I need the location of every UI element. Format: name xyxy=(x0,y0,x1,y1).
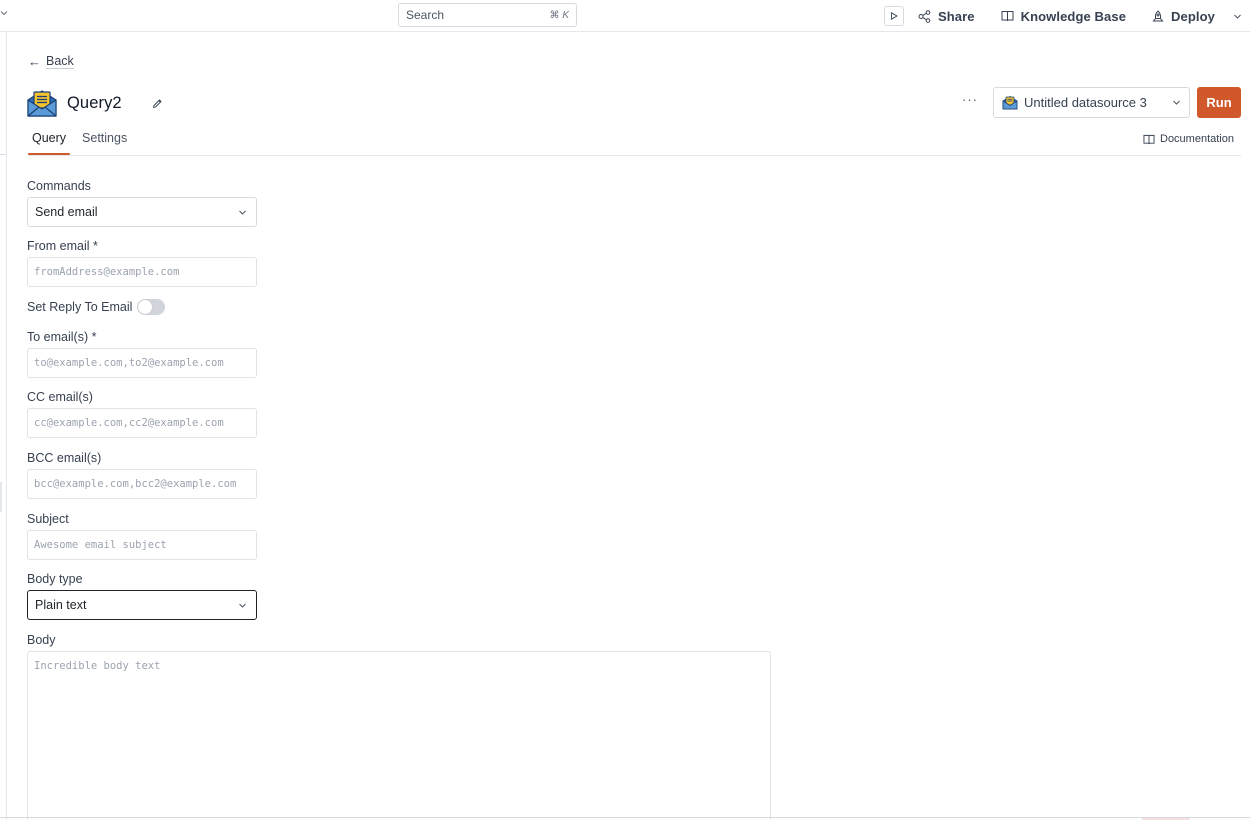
reply-to-toggle[interactable] xyxy=(137,299,166,315)
search-shortcut: ⌘ K xyxy=(550,10,569,21)
query-title: Query2 xyxy=(67,93,122,112)
tab-settings[interactable]: Settings xyxy=(78,128,131,155)
reply-to-toggle-row: Set Reply To Email xyxy=(27,299,166,315)
chevron-down-icon xyxy=(239,603,246,608)
deploy-label: Deploy xyxy=(1171,8,1215,24)
commands-select[interactable]: Send email xyxy=(27,197,257,227)
commands-label: Commands xyxy=(27,179,91,193)
share-label: Share xyxy=(937,8,975,24)
sidebar-resize-handle[interactable] xyxy=(0,482,2,512)
cc-email-label: CC email(s) xyxy=(27,390,93,404)
pencil-icon xyxy=(152,99,162,108)
from-email-label: From email * xyxy=(27,239,98,253)
body-type-label: Body type xyxy=(27,572,83,586)
chevron-down-icon xyxy=(239,210,246,215)
toggle-knob xyxy=(138,300,153,314)
knowledge-base-label: Knowledge Base xyxy=(1020,8,1127,24)
deploy-options-chevron[interactable] xyxy=(1233,12,1242,21)
share-button[interactable]: Share xyxy=(918,9,975,24)
chevron-down-icon xyxy=(1173,100,1180,105)
more-options-button[interactable]: ··· xyxy=(962,92,978,107)
arrow-left-icon: ← xyxy=(28,54,41,69)
bcc-email-input[interactable] xyxy=(27,469,257,499)
to-email-label: To email(s) * xyxy=(27,330,97,344)
body-label: Body xyxy=(27,633,56,647)
book-icon xyxy=(1143,134,1155,144)
reply-to-label: Set Reply To Email xyxy=(27,300,133,314)
play-icon xyxy=(891,12,898,20)
documentation-link[interactable]: Documentation xyxy=(1143,133,1234,145)
bcc-email-label: BCC email(s) xyxy=(27,451,102,465)
preview-button[interactable] xyxy=(883,6,904,26)
cc-email-input[interactable] xyxy=(27,408,257,438)
from-email-input[interactable] xyxy=(27,257,257,287)
body-type-value: Plain text xyxy=(35,598,87,612)
subject-label: Subject xyxy=(27,512,69,526)
chevron-down-icon xyxy=(1234,14,1241,19)
query-title-row: Query2 xyxy=(26,88,163,118)
back-label: Back xyxy=(46,54,74,69)
email-datasource-icon xyxy=(1002,96,1018,110)
commands-value: Send email xyxy=(35,205,98,219)
collapsed-sidebar xyxy=(0,32,7,820)
deploy-button[interactable]: Deploy xyxy=(1152,9,1215,24)
body-textarea[interactable] xyxy=(27,651,771,820)
sidebar-divider xyxy=(0,154,6,155)
query-tabs: Query Settings xyxy=(28,128,139,155)
tab-query[interactable]: Query xyxy=(28,128,71,155)
shortcut-key: K xyxy=(562,9,569,21)
top-actions: Share Knowledge Base Deploy xyxy=(883,0,1250,32)
top-bar: Search ⌘ K Share Knowledge Base Deploy xyxy=(0,0,1250,32)
back-link[interactable]: ← Back xyxy=(28,54,74,69)
share-icon xyxy=(918,9,931,23)
subject-input[interactable] xyxy=(27,530,257,560)
tabs-divider xyxy=(28,155,1241,156)
documentation-label: Documentation xyxy=(1160,133,1234,145)
knowledge-base-button[interactable]: Knowledge Base xyxy=(1001,9,1126,24)
edit-title-button[interactable] xyxy=(152,98,163,109)
sidebar-chevron-icon[interactable] xyxy=(0,8,8,20)
search-input[interactable]: Search ⌘ K xyxy=(398,3,577,27)
email-envelope-icon xyxy=(27,90,57,117)
run-button[interactable]: Run xyxy=(1197,87,1241,118)
datasource-select[interactable]: Untitled datasource 3 xyxy=(993,87,1190,118)
search-placeholder: Search xyxy=(406,8,445,22)
body-type-select[interactable]: Plain text xyxy=(27,590,257,620)
book-icon xyxy=(1001,11,1014,22)
rocket-icon xyxy=(1152,9,1164,21)
to-email-input[interactable] xyxy=(27,348,257,378)
datasource-label: Untitled datasource 3 xyxy=(1024,95,1147,110)
command-key-icon: ⌘ xyxy=(549,9,560,21)
bottom-panel-divider xyxy=(0,817,1250,818)
